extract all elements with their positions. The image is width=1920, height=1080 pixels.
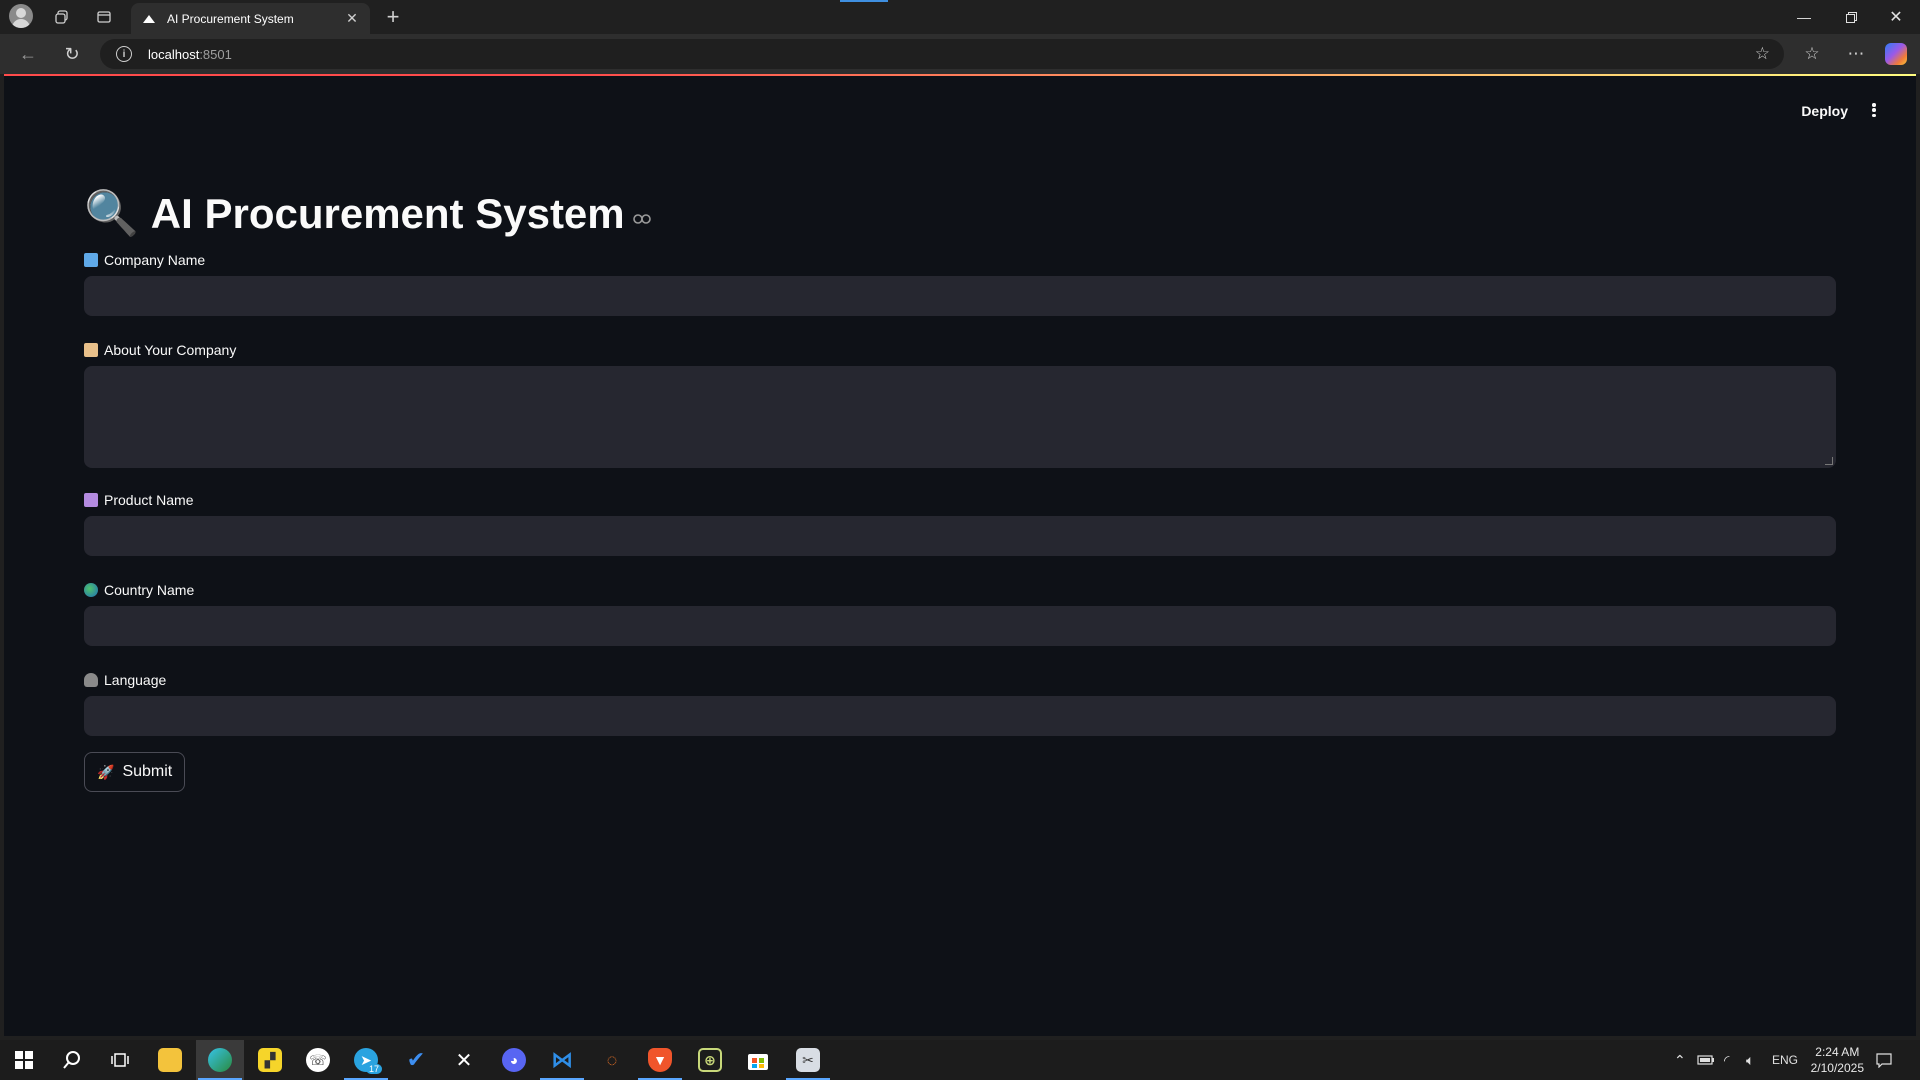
wifi-icon[interactable]: ◜ [1724, 1040, 1729, 1080]
product-name-label: Product Name [84, 490, 1840, 510]
favorite-star-icon[interactable]: ☆ [1755, 44, 1770, 64]
page-title-row: 🔍 AI Procurement System [84, 184, 1840, 244]
decoration-bar [4, 74, 1916, 76]
company-name-label: Company Name [84, 250, 1840, 270]
jupyter-icon[interactable]: ◌ [588, 1040, 636, 1080]
back-icon[interactable]: ← [14, 40, 42, 68]
tab-title: AI Procurement System [167, 11, 294, 26]
country-name-label: Country Name [84, 580, 1840, 600]
about-company-textarea[interactable] [84, 366, 1836, 468]
deploy-button[interactable]: Deploy [1795, 99, 1854, 123]
about-company-label: About Your Company [84, 340, 1840, 360]
main-content: 🔍 AI Procurement System Company Name Abo… [84, 184, 1840, 792]
speaking-head-icon [84, 673, 98, 687]
microsoft-store-icon[interactable] [734, 1040, 782, 1080]
product-name-label-text: Product Name [104, 492, 194, 508]
x-twitter-icon[interactable]: ✕ [440, 1040, 488, 1080]
task-view-icon[interactable] [96, 1040, 144, 1080]
clock-time: 2:24 AM [1815, 1045, 1860, 1059]
globe-icon [84, 583, 98, 597]
country-name-field: Country Name [84, 580, 1840, 646]
vscode-icon[interactable]: ⋈ [538, 1040, 586, 1080]
minimize-icon[interactable]: — [1782, 0, 1826, 34]
about-company-label-text: About Your Company [104, 342, 237, 358]
notifications-icon[interactable] [1876, 1040, 1892, 1080]
product-name-input[interactable] [84, 516, 1836, 556]
page-title: AI Procurement System [150, 190, 625, 237]
copilot-icon[interactable] [1885, 43, 1907, 65]
taskbar: ▞ ☏ ➤ 17 ✔ ✕ ◕ ⋈ ◌ ▼ ⊕ ✂ ⌃ ◜ 🔈︎ ENG 2:24… [0, 1040, 1920, 1080]
whatsapp-icon[interactable]: ☏ [294, 1040, 342, 1080]
url-port: :8501 [199, 46, 232, 62]
brave-icon[interactable]: ▼ [636, 1040, 684, 1080]
profile-avatar-icon[interactable] [9, 4, 33, 28]
favorites-icon[interactable]: ☆ [1798, 40, 1826, 68]
workspaces-icon[interactable] [48, 3, 76, 31]
product-name-field: Product Name [84, 490, 1840, 556]
new-tab-icon[interactable]: + [379, 3, 407, 31]
anchor-link-icon[interactable] [632, 208, 651, 229]
discord-icon[interactable]: ◕ [490, 1040, 538, 1080]
company-name-input[interactable] [84, 276, 1836, 316]
more-options-icon[interactable]: ⋯ [1842, 40, 1870, 68]
eclipse-app-icon[interactable]: ⊕ [686, 1040, 734, 1080]
rocket-icon: 🚀 [97, 763, 115, 780]
start-icon[interactable] [0, 1040, 48, 1080]
company-name-label-text: Company Name [104, 252, 206, 268]
vertical-tabs-icon[interactable] [90, 3, 118, 31]
telegram-icon[interactable]: ➤ 17 [342, 1040, 390, 1080]
country-name-input[interactable] [84, 606, 1836, 646]
country-name-label-text: Country Name [104, 582, 195, 598]
address-bar[interactable]: i localhost:8501 ☆ [100, 39, 1784, 69]
language-label-text: Language [104, 672, 167, 688]
language-input[interactable] [84, 696, 1836, 736]
streamlit-favicon-icon [141, 11, 157, 27]
tab-drag-indicator [840, 0, 888, 2]
edge-browser-icon[interactable] [196, 1040, 244, 1080]
refresh-icon[interactable]: ↻ [58, 40, 86, 68]
todo-icon[interactable]: ✔ [392, 1040, 440, 1080]
volume-icon[interactable]: 🔈︎ [1746, 1040, 1754, 1080]
show-hidden-icons-icon[interactable]: ⌃ [1674, 1040, 1686, 1080]
office-building-icon [84, 253, 98, 267]
language-label: Language [84, 670, 1840, 690]
language-field: Language [84, 670, 1840, 736]
search-icon[interactable] [48, 1040, 96, 1080]
browser-toolbar: ← ↻ i localhost:8501 ☆ ☆ ⋯ [0, 34, 1920, 74]
site-info-icon[interactable]: i [116, 46, 132, 62]
battery-icon[interactable] [1697, 1040, 1715, 1080]
telegram-badge: 17 [365, 1064, 382, 1074]
url-host: localhost [148, 46, 200, 62]
file-explorer-icon[interactable] [146, 1040, 194, 1080]
language-indicator[interactable]: ENG [1772, 1040, 1798, 1080]
restore-icon[interactable] [1829, 0, 1873, 34]
scroll-icon [84, 343, 98, 357]
app-viewport: Deploy 🔍 AI Procurement System Company N… [4, 74, 1916, 1036]
submit-label: Submit [122, 763, 173, 780]
main-menu-icon[interactable] [1866, 100, 1882, 120]
about-company-field: About Your Company [84, 340, 1840, 468]
clock[interactable]: 2:24 AM 2/10/2025 [1811, 1044, 1864, 1076]
tab-close-icon[interactable]: ✕ [344, 10, 360, 27]
submit-button[interactable]: 🚀 Submit [84, 752, 186, 792]
department-store-icon [84, 493, 98, 507]
snipping-tool-icon[interactable]: ✂ [784, 1040, 832, 1080]
sticky-notes-icon[interactable]: ▞ [246, 1040, 294, 1080]
company-name-field: Company Name [84, 250, 1840, 316]
browser-tab-active[interactable]: AI Procurement System ✕ [131, 3, 370, 34]
browser-titlebar: AI Procurement System ✕ + — ✕ [0, 0, 1920, 34]
close-window-icon[interactable]: ✕ [1874, 0, 1918, 34]
magnifier-icon: 🔍 [84, 189, 139, 238]
clock-date: 2/10/2025 [1810, 1061, 1864, 1075]
